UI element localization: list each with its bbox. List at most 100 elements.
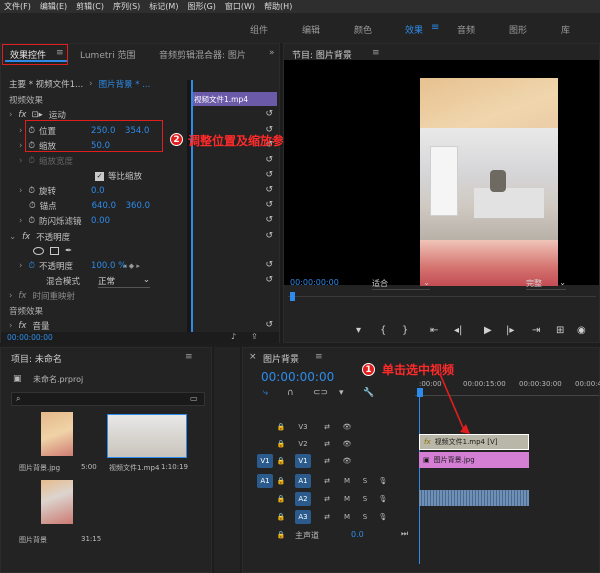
workspace-editing[interactable]: 编辑 bbox=[302, 23, 320, 36]
fx-icon[interactable]: fx bbox=[18, 110, 26, 120]
expand-icon[interactable]: › bbox=[19, 216, 22, 226]
fit-select[interactable]: 适合 ⌄ bbox=[372, 278, 430, 290]
source-patch-a1[interactable]: A1 bbox=[257, 474, 273, 488]
timeline-timecode[interactable]: 00:00:00:00 bbox=[261, 370, 334, 384]
reset-motion-icon[interactable]: ↺ bbox=[265, 109, 273, 119]
close-tab-icon[interactable]: × bbox=[249, 352, 257, 362]
thumbnail-video-file[interactable] bbox=[107, 414, 187, 458]
filter-icon[interactable]: ♪ bbox=[231, 332, 236, 341]
stopwatch-icon[interactable]: ⏱ bbox=[28, 186, 35, 196]
effects-timecode[interactable]: 00:00:00:00 bbox=[7, 333, 53, 342]
track-label[interactable]: A3 bbox=[295, 510, 311, 524]
menu-file[interactable]: 文件(F) bbox=[4, 1, 31, 12]
add-marker-icon[interactable]: ▾ bbox=[339, 388, 344, 398]
anchor-x-value[interactable]: 640.0 bbox=[92, 201, 126, 211]
insert-icon[interactable]: ⊞ bbox=[556, 325, 564, 336]
opacity-value[interactable]: 100.0 % bbox=[91, 261, 126, 271]
keyframe-nav-icon[interactable]: ◂ ◆ ▸ bbox=[123, 262, 140, 270]
reset-opacity-section-icon[interactable]: ↺ bbox=[265, 231, 273, 241]
track-label[interactable]: A2 bbox=[295, 492, 311, 506]
go-to-in-icon[interactable]: ⇤ bbox=[430, 325, 438, 336]
stopwatch-icon[interactable]: ⏱ bbox=[29, 201, 36, 211]
time-remap-row[interactable]: › fx 时间重映射 bbox=[9, 289, 75, 303]
ellipse-mask-icon[interactable] bbox=[33, 247, 44, 255]
expand-icon[interactable]: › bbox=[9, 321, 12, 331]
expand-icon[interactable]: ⌄ bbox=[9, 232, 16, 242]
mark-in-bracket-icon[interactable]: { bbox=[380, 325, 386, 336]
reset-volume-icon[interactable]: ↺ bbox=[265, 320, 273, 330]
master-clip-label[interactable]: 主要 * 视频文件1... bbox=[9, 78, 83, 90]
camera-icon[interactable]: ◉ bbox=[577, 325, 586, 336]
sync-lock-icon[interactable]: ⇄ bbox=[319, 474, 335, 488]
go-to-out-icon[interactable]: ⇥ bbox=[532, 325, 540, 336]
stopwatch-active-icon[interactable]: ⏱ bbox=[28, 261, 35, 271]
nest-icon[interactable]: ⤷ bbox=[263, 388, 268, 398]
project-item-name[interactable]: 视频文件1.mp4 bbox=[109, 463, 159, 473]
rotation-value[interactable]: 0.0 bbox=[91, 186, 105, 196]
microphone-icon[interactable]: 🎙 bbox=[375, 492, 391, 506]
reset-anchor-icon[interactable]: ↺ bbox=[265, 200, 273, 210]
transform-icon[interactable]: ⊡▸ bbox=[31, 110, 42, 120]
volume-row[interactable]: › fx 音量 bbox=[9, 319, 49, 333]
track-label[interactable]: A1 bbox=[295, 474, 311, 488]
microphone-icon[interactable]: 🎙 bbox=[375, 510, 391, 524]
reset-opacity-icon[interactable]: ↺ bbox=[265, 260, 273, 270]
new-bin-icon[interactable]: ▭ bbox=[190, 394, 198, 403]
lock-track-icon[interactable]: 🔒 bbox=[273, 437, 289, 451]
workspace-assembly[interactable]: 组件 bbox=[250, 23, 268, 36]
menu-window[interactable]: 窗口(W) bbox=[225, 1, 255, 12]
workspace-menu-icon[interactable]: ≡ bbox=[431, 22, 439, 33]
menu-clip[interactable]: 剪辑(C) bbox=[76, 1, 104, 12]
workspace-libraries[interactable]: 库 bbox=[561, 23, 570, 36]
mute-button[interactable]: M bbox=[339, 474, 355, 488]
menu-sequence[interactable]: 序列(S) bbox=[113, 1, 140, 12]
program-timecode[interactable]: 00:00:00:00 bbox=[290, 278, 339, 287]
thumbnail-background-image[interactable] bbox=[41, 412, 73, 456]
master-end-icon[interactable]: ⏭ bbox=[401, 529, 408, 539]
uniform-scale-checkbox[interactable]: ✓ bbox=[95, 171, 104, 181]
play-icon[interactable]: ▶ bbox=[484, 325, 492, 336]
blend-mode-select[interactable]: 正常 ⌄ bbox=[98, 275, 150, 288]
tab-lumetri-scopes[interactable]: Lumetri 范围 bbox=[80, 48, 135, 61]
lock-track-icon[interactable]: 🔒 bbox=[273, 510, 289, 524]
step-back-icon[interactable]: ◂| bbox=[454, 325, 462, 336]
lock-track-icon[interactable]: 🔒 bbox=[273, 420, 289, 434]
eye-icon[interactable]: 👁 bbox=[339, 420, 355, 434]
expand-icon[interactable]: › bbox=[9, 110, 12, 120]
mini-timeline-clip[interactable]: 视频文件1.mp4 bbox=[191, 92, 277, 106]
quality-select[interactable]: 完整 ⌄ bbox=[526, 278, 566, 290]
thumbnail-sequence[interactable] bbox=[41, 480, 73, 524]
track-label[interactable]: V3 bbox=[295, 420, 311, 434]
clip-background-image[interactable]: ▣ 图片背景.jpg bbox=[419, 452, 529, 468]
reset-scale-width-icon[interactable]: ↺ bbox=[265, 155, 273, 165]
workspace-audio[interactable]: 音频 bbox=[457, 23, 475, 36]
mark-out-bracket-icon[interactable]: } bbox=[402, 325, 408, 336]
pen-mask-icon[interactable]: ✒ bbox=[65, 246, 72, 256]
workspace-effects[interactable]: 效果 bbox=[405, 23, 423, 36]
sequence-clip-label[interactable]: 图片背景 * ... bbox=[99, 78, 151, 90]
project-item-name[interactable]: 图片背景 bbox=[19, 535, 47, 545]
project-title[interactable]: 项目: 未命名 bbox=[11, 352, 62, 365]
snap-icon[interactable]: ∩ bbox=[287, 388, 294, 398]
mark-in-icon[interactable]: ▾ bbox=[356, 325, 361, 336]
solo-button[interactable]: S bbox=[357, 474, 373, 488]
expand-icon[interactable]: › bbox=[19, 186, 22, 196]
video-frame[interactable] bbox=[420, 128, 558, 240]
program-playhead[interactable] bbox=[290, 292, 295, 301]
lock-track-icon[interactable]: 🔒 bbox=[273, 474, 289, 488]
track-label[interactable]: V2 bbox=[295, 437, 311, 451]
antiflicker-value[interactable]: 0.00 bbox=[91, 216, 110, 226]
project-search-input[interactable]: ⌕ ▭ bbox=[11, 392, 205, 406]
fx-icon[interactable]: fx bbox=[22, 232, 30, 242]
sync-lock-icon[interactable]: ⇄ bbox=[319, 437, 335, 451]
workspace-graphics[interactable]: 图形 bbox=[509, 23, 527, 36]
menu-marker[interactable]: 标记(M) bbox=[149, 1, 178, 12]
more-tabs-icon[interactable]: » bbox=[269, 48, 275, 58]
anchor-y-value[interactable]: 360.0 bbox=[126, 201, 150, 211]
lock-track-icon[interactable]: 🔒 bbox=[273, 492, 289, 506]
linked-selection-icon[interactable]: ⊂⊃ bbox=[313, 388, 328, 398]
eye-icon[interactable]: 👁 bbox=[339, 437, 355, 451]
menu-graphics[interactable]: 图形(G) bbox=[187, 1, 215, 12]
stopwatch-icon[interactable]: ⏱ bbox=[28, 216, 35, 226]
expand-icon[interactable]: › bbox=[19, 261, 22, 271]
